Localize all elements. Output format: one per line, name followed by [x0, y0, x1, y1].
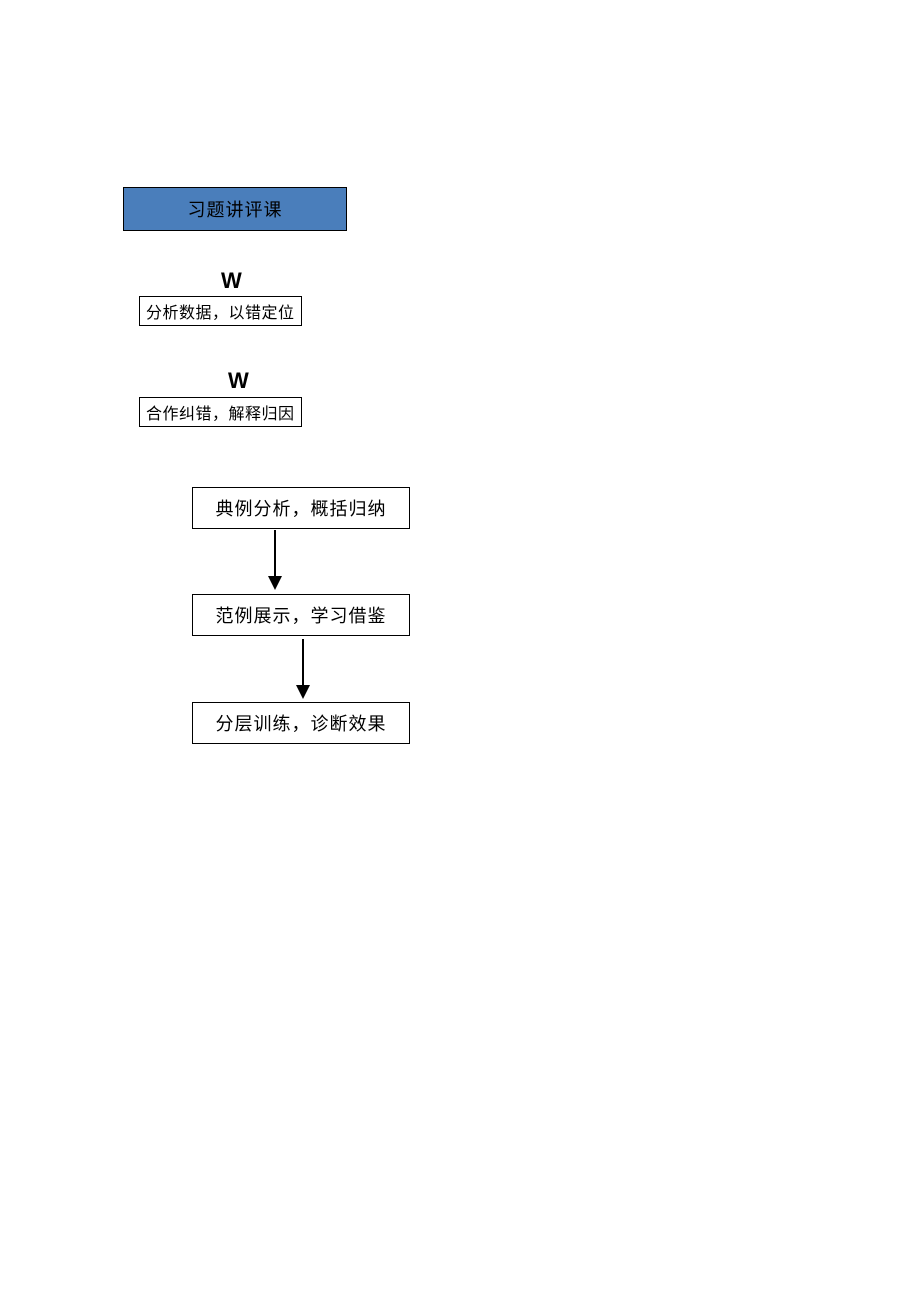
step-box-3: 典例分析，概括归纳	[192, 487, 410, 529]
arrow-down-icon	[296, 639, 310, 699]
w-marker-1: W	[221, 268, 242, 294]
step-box-5: 分层训练，诊断效果	[192, 702, 410, 744]
step-box-4: 范例展示，学习借鉴	[192, 594, 410, 636]
step-text-4: 范例展示，学习借鉴	[216, 602, 387, 628]
step-text-5: 分层训练，诊断效果	[216, 710, 387, 736]
arrow-line	[302, 639, 304, 685]
arrow-head	[296, 685, 310, 699]
step-box-2: 合作纠错，解释归因	[139, 397, 302, 427]
step-text-3: 典例分析，概括归纳	[216, 495, 387, 521]
step-text-1: 分析数据，以错定位	[146, 305, 295, 322]
arrow-line	[274, 530, 276, 576]
header-text: 习题讲评课	[188, 196, 283, 222]
step-box-1: 分析数据，以错定位	[139, 296, 302, 326]
step-text-2: 合作纠错，解释归因	[146, 406, 295, 423]
arrow-head	[268, 576, 282, 590]
header-box: 习题讲评课	[123, 187, 347, 231]
w-marker-2: W	[228, 368, 249, 394]
arrow-down-icon	[268, 530, 282, 590]
